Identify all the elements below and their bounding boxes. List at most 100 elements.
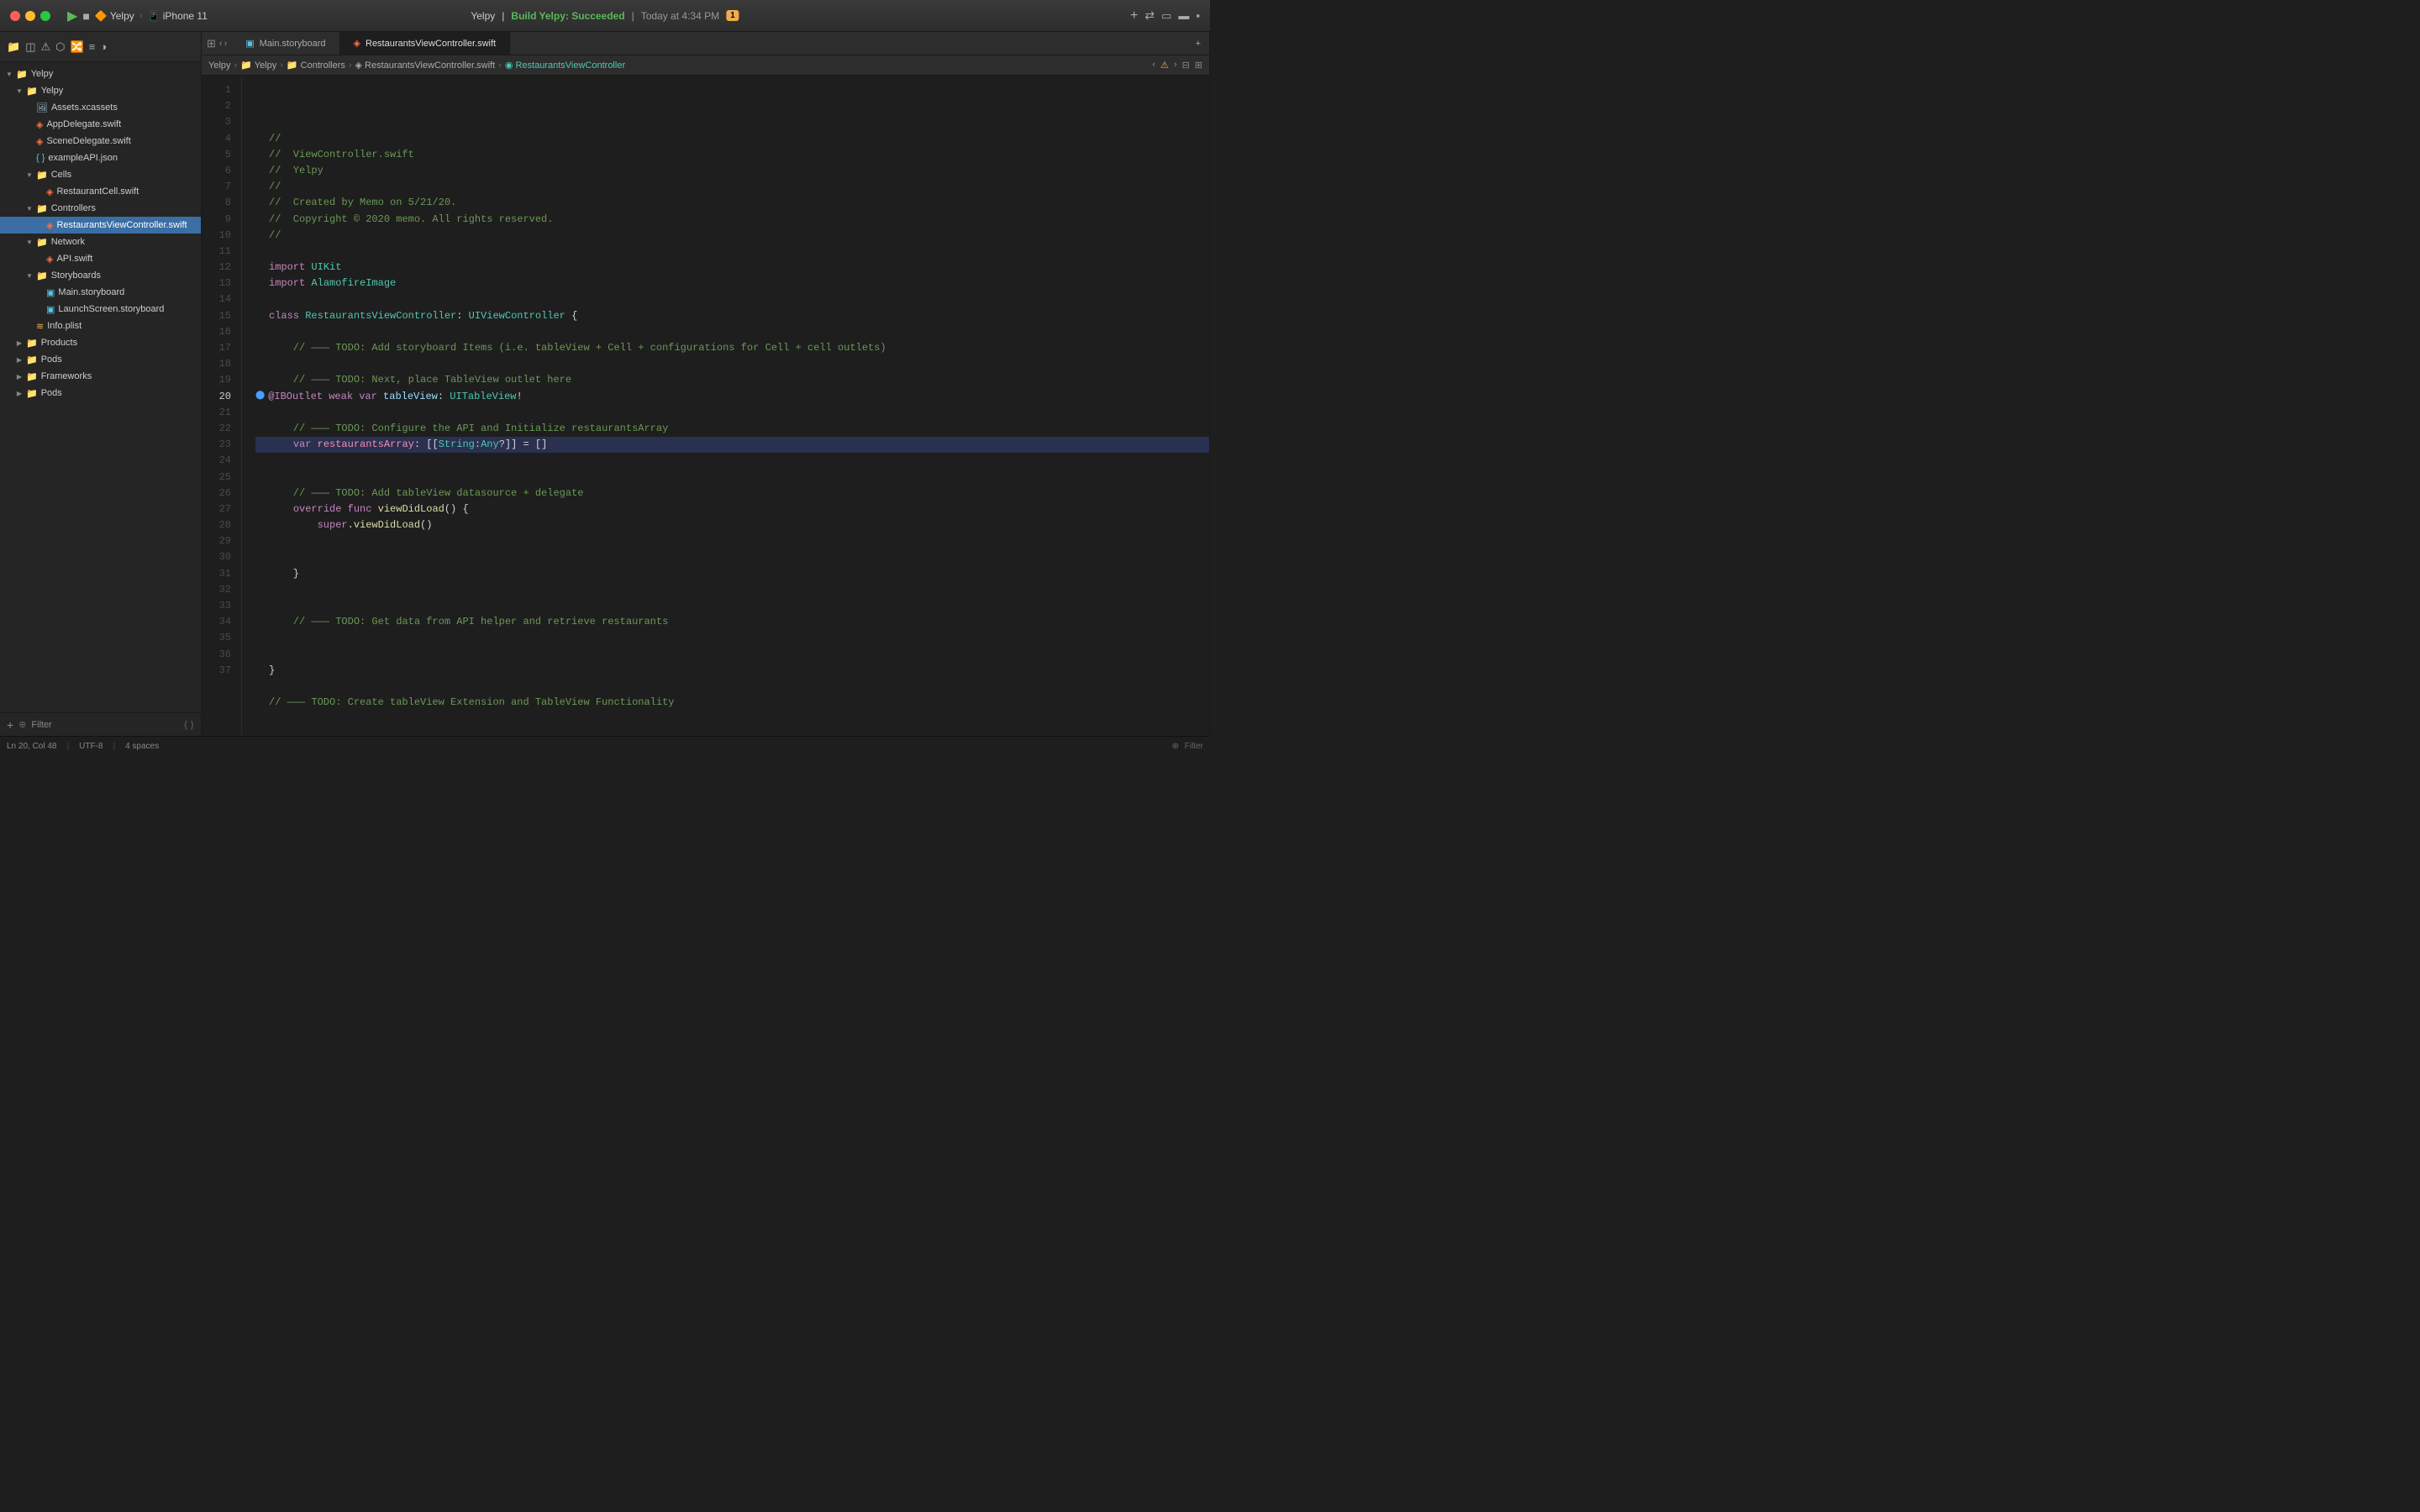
sidebar-folder-icon[interactable]: 📁 <box>7 40 20 54</box>
sidebar-nav-next[interactable]: ⟩ <box>190 719 194 731</box>
sidebar-item-infoplist[interactable]: ≋ Info.plist <box>0 318 201 334</box>
code-line-36[interactable]: // ——— TODO: Create tableView Extension … <box>255 695 1209 711</box>
sidebar-item-pods2[interactable]: 📁 Pods <box>0 385 201 402</box>
line-num-32: 32 <box>202 582 231 598</box>
code-line-24[interactable]: override func viewDidLoad() { <box>255 501 1209 517</box>
code-line-16[interactable]: // ——— TODO: Next, place TableView outle… <box>255 372 1209 388</box>
play-button[interactable]: ▶ <box>67 8 77 24</box>
close-button[interactable] <box>10 11 20 21</box>
breadcrumb-item-class[interactable]: ◉ RestaurantsViewController <box>505 60 625 71</box>
sidebar-item-restaurantcell[interactable]: ◈ RestaurantCell.swift <box>0 183 201 200</box>
sidebar-item-frameworks[interactable]: 📁 Frameworks <box>0 368 201 385</box>
stop-button[interactable]: ■ <box>82 9 89 23</box>
tab-add-button[interactable]: + <box>1187 32 1209 55</box>
code-line-33[interactable] <box>255 647 1209 663</box>
add-file-button[interactable]: + <box>7 718 13 732</box>
layout-btn-1[interactable]: ▭ <box>1161 9 1171 23</box>
line-num-24: 24 <box>202 453 231 469</box>
code-content[interactable]: //// ViewController.swift// Yelpy//// Cr… <box>242 76 1209 736</box>
code-line-25[interactable]: super.viewDidLoad() <box>255 517 1209 533</box>
code-line-14[interactable]: // ——— TODO: Add storyboard Items (i.e. … <box>255 340 1209 356</box>
minimize-button[interactable] <box>25 11 35 21</box>
breadcrumb-item-yelpy2[interactable]: 📁 Yelpy <box>240 60 276 71</box>
code-line-9[interactable]: import UIKit <box>255 260 1209 276</box>
sidebar-report-icon[interactable]: ◑ <box>100 40 107 53</box>
code-line-29[interactable] <box>255 582 1209 598</box>
code-line-2[interactable]: // ViewController.swift <box>255 147 1209 163</box>
sidebar-item-scenedelegate[interactable]: ◈ SceneDelegate.swift <box>0 133 201 150</box>
maximize-button[interactable] <box>40 11 50 21</box>
swift-icon-scenedelegate: ◈ <box>36 136 43 147</box>
sidebar-item-network[interactable]: 📁 Network <box>0 234 201 250</box>
code-line-31[interactable]: // ——— TODO: Get data from API helper an… <box>255 614 1209 630</box>
layout-btn-3[interactable]: ▪ <box>1196 9 1200 22</box>
breadcrumb-item-controllers[interactable]: 📁 Controllers <box>287 60 345 71</box>
code-line-10[interactable]: import AlamofireImage <box>255 276 1209 291</box>
tab-grid-icon[interactable]: ⊞ <box>207 37 216 50</box>
code-line-32[interactable] <box>255 630 1209 646</box>
sidebar-item-yelpy-root[interactable]: 📁 Yelpy <box>0 66 201 82</box>
add-button[interactable]: + <box>1130 8 1138 24</box>
code-line-28[interactable]: } <box>255 566 1209 582</box>
sidebar-item-cells[interactable]: 📁 Cells <box>0 166 201 183</box>
tab-restaurantsvc[interactable]: ◈ RestaurantsViewController.swift <box>340 32 511 55</box>
editor-split-icon[interactable]: ⊟ <box>1182 60 1190 71</box>
tab-back-icon[interactable]: ‹ <box>219 39 223 49</box>
code-line-18[interactable] <box>255 405 1209 421</box>
code-line-35[interactable] <box>255 679 1209 695</box>
sidebar-item-controllers[interactable]: 📁 Controllers <box>0 200 201 217</box>
code-line-3[interactable]: // Yelpy <box>255 163 1209 179</box>
sidebar-item-exampleapi[interactable]: { } exampleAPI.json <box>0 150 201 166</box>
code-line-34[interactable]: } <box>255 663 1209 679</box>
sidebar-item-pods[interactable]: 📁 Pods <box>0 351 201 368</box>
sidebar-item-appdelegate[interactable]: ◈ AppDelegate.swift <box>0 116 201 133</box>
sidebar-item-launchscreen[interactable]: ▣ LaunchScreen.storyboard <box>0 301 201 318</box>
code-line-30[interactable] <box>255 598 1209 614</box>
sidebar-item-mainstoryboard[interactable]: ▣ Main.storyboard <box>0 284 201 301</box>
sidebar-test-icon[interactable]: ⬡ <box>55 40 65 54</box>
code-line-15[interactable] <box>255 356 1209 372</box>
layout-btn-2[interactable]: ▬ <box>1178 9 1189 22</box>
split-button[interactable]: ⇄ <box>1144 8 1155 23</box>
code-line-8[interactable] <box>255 244 1209 260</box>
sidebar-nav-prev[interactable]: ⟨ <box>184 719 188 731</box>
code-line-37[interactable] <box>255 711 1209 727</box>
code-line-23[interactable]: // ——— TODO: Add tableView datasource + … <box>255 486 1209 501</box>
code-line-21[interactable] <box>255 453 1209 469</box>
code-line-6[interactable]: // Copyright © 2020 memo. All rights res… <box>255 212 1209 228</box>
code-editor[interactable]: 1234567891011121314151617181920212223242… <box>202 76 1209 736</box>
sidebar-source-icon[interactable]: ≡ <box>89 40 96 53</box>
sidebar-item-products[interactable]: 📁 Products <box>0 334 201 351</box>
editor-nav-prev[interactable]: ‹ <box>1152 60 1155 71</box>
editor-nav-next[interactable]: › <box>1174 60 1177 71</box>
code-line-19[interactable]: // ——— TODO: Configure the API and Initi… <box>255 421 1209 437</box>
code-line-27[interactable] <box>255 549 1209 565</box>
code-line-11[interactable] <box>255 291 1209 307</box>
triangle-frameworks <box>15 373 24 381</box>
code-line-13[interactable] <box>255 324 1209 340</box>
sidebar-item-apiswift[interactable]: ◈ API.swift <box>0 250 201 267</box>
code-line-22[interactable] <box>255 470 1209 486</box>
sidebar-item-yelpy-group[interactable]: 📁 Yelpy <box>0 82 201 99</box>
code-line-5[interactable]: // Created by Memo on 5/21/20. <box>255 195 1209 211</box>
tab-main-storyboard[interactable]: ▣ Main.storyboard <box>232 32 339 55</box>
sidebar-item-storyboards[interactable]: 📁 Storyboards <box>0 267 201 284</box>
breadcrumb-item-yelpy1[interactable]: Yelpy <box>208 60 231 71</box>
sidebar-debug-icon[interactable]: 🔀 <box>71 40 84 54</box>
editor-grid-icon[interactable]: ⊞ <box>1195 60 1202 71</box>
code-line-17[interactable]: ⬤@IBOutlet weak var tableView: UITableVi… <box>255 389 1209 405</box>
editor-container: ⊞ ‹ › ▣ Main.storyboard ◈ RestaurantsVie… <box>202 32 1209 736</box>
sidebar-item-restaurantsvc[interactable]: ◈ RestaurantsViewController.swift <box>0 217 201 234</box>
breadcrumb-item-file[interactable]: ◈ RestaurantsViewController.swift <box>355 60 496 71</box>
code-line-12[interactable]: class RestaurantsViewController: UIViewC… <box>255 308 1209 324</box>
code-line-20[interactable]: var restaurantsArray: [[String:Any?]] = … <box>255 437 1209 453</box>
sidebar-magnify-icon[interactable]: ◫ <box>25 40 35 54</box>
tab-nav-controls[interactable]: ⊞ ‹ › <box>202 32 232 55</box>
tab-forward-icon[interactable]: › <box>224 39 228 49</box>
code-line-1[interactable]: // <box>255 131 1209 147</box>
sidebar-item-assets[interactable]: 🖼 Assets.xcassets <box>0 99 201 116</box>
code-line-26[interactable] <box>255 533 1209 549</box>
code-line-7[interactable]: // <box>255 228 1209 244</box>
code-line-4[interactable]: // <box>255 179 1209 195</box>
sidebar-warning-icon[interactable]: ⚠ <box>40 40 50 54</box>
